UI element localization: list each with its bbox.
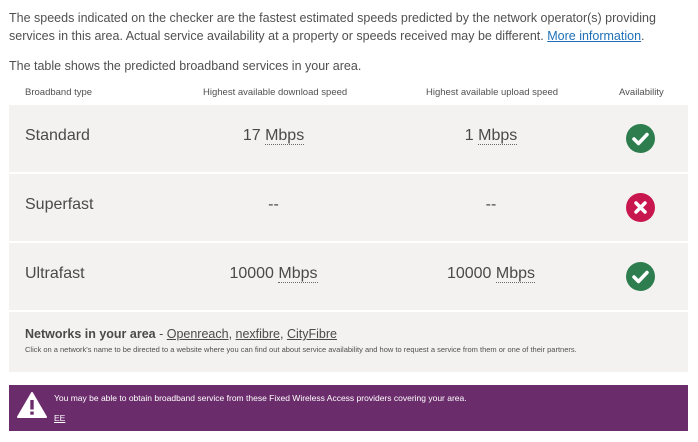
network-link-openreach[interactable]: Openreach [167,327,229,341]
upload-value: 1 [464,127,474,144]
header-broadband-type: Broadband type [25,87,93,98]
upload-speed: 1 Mbps [426,127,556,145]
networks-line: Networks in your area - Openreach, nexfi… [25,327,337,341]
upload-unit[interactable]: Mbps [478,127,518,145]
table-row: Superfast -- -- [9,174,688,241]
networks-label: Networks in your area [25,327,156,341]
networks-separator: - [155,327,167,341]
upload-unit[interactable]: Mbps [495,265,536,283]
network-link-cityfibre[interactable]: CityFibre [287,327,337,341]
networks-panel: Networks in your area - Openreach, nexfi… [9,312,688,372]
upload-value: -- [485,196,497,213]
header-upload-speed: Highest available upload speed [426,87,559,98]
broadband-type: Ultrafast [25,265,85,282]
upload-value: 10000 [446,265,492,282]
table-header: Broadband type Highest available downloa… [9,85,688,105]
warning-icon [16,391,48,419]
table-lead-text: The table shows the predicted broadband … [9,59,362,73]
check-circle-icon [626,124,655,153]
download-speed: -- [203,196,344,214]
upload-speed: -- [426,196,556,214]
intro-suffix: . [641,29,645,43]
table-row: Ultrafast 10000 Mbps 10000 Mbps [9,243,688,310]
download-speed: 17 Mbps [203,127,344,145]
upload-speed: 10000 Mbps [426,265,556,283]
check-circle-icon [626,262,655,291]
network-link-nexfibre[interactable]: nexfibre [236,327,280,341]
fwa-provider-link-ee[interactable]: EE [54,413,65,423]
download-value: 17 [242,127,261,144]
networks-note: Click on a network's name to be directed… [25,345,577,354]
header-availability: Availability [619,87,664,98]
broadband-type: Standard [25,127,90,144]
header-download-speed: Highest available download speed [203,87,348,98]
broadband-type: Superfast [25,196,94,213]
fwa-banner: You may be able to obtain broadband serv… [9,385,688,431]
download-speed: 10000 Mbps [203,265,344,283]
table-row: Standard 17 Mbps 1 Mbps [9,105,688,172]
cross-circle-icon [626,193,655,222]
download-value: -- [268,196,279,213]
download-unit[interactable]: Mbps [278,265,318,283]
download-unit[interactable]: Mbps [265,127,305,145]
fwa-message: You may be able to obtain broadband serv… [54,393,467,403]
download-value: 10000 [229,265,274,282]
intro-paragraph: The speeds indicated on the checker are … [9,9,691,45]
more-information-link[interactable]: More information [547,29,641,43]
